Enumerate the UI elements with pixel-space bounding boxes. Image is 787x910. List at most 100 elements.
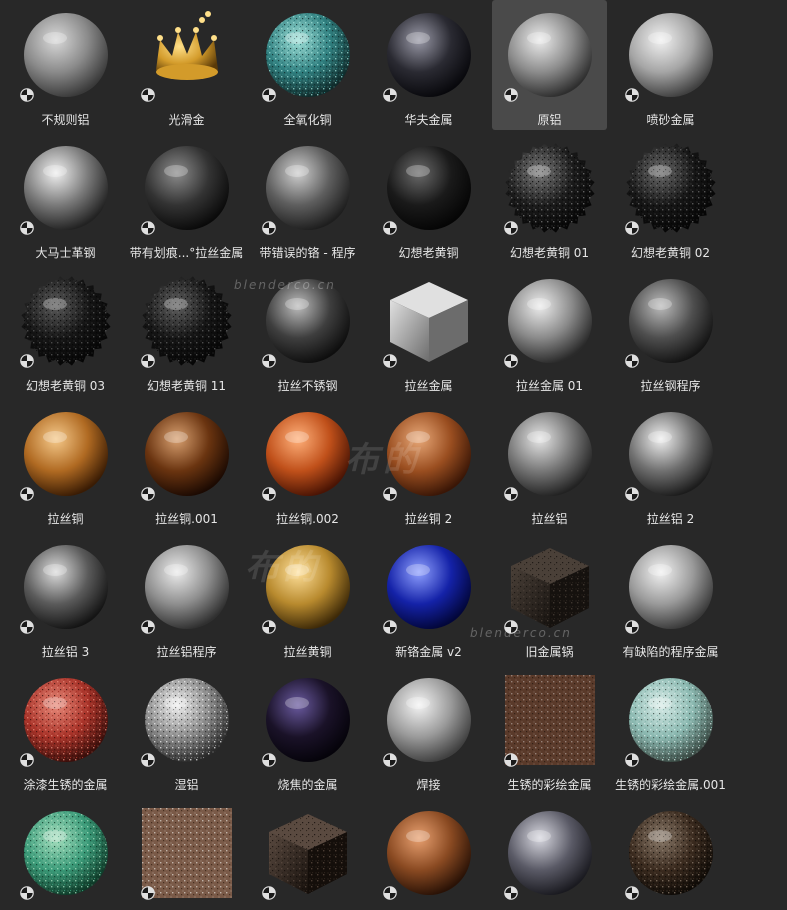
material-thumbnail — [384, 808, 474, 898]
material-tile[interactable]: 幻想老黄铜 02 — [613, 133, 728, 263]
material-tile[interactable]: 烧焦的金属 — [250, 665, 365, 795]
material-tile[interactable]: 拉丝黄铜 — [250, 532, 365, 662]
material-tile[interactable]: 光滑金 — [129, 0, 244, 130]
material-tile[interactable]: 拉丝铜 — [8, 399, 123, 529]
material-icon — [262, 753, 276, 767]
material-tile[interactable] — [613, 798, 728, 910]
material-tile[interactable]: 幻想老黄铜 01 — [492, 133, 607, 263]
material-tile[interactable]: 喷砂金属 — [613, 0, 728, 130]
material-thumbnail — [141, 276, 232, 366]
material-icon — [141, 88, 155, 102]
material-label: 旧金属锅 — [525, 645, 574, 659]
material-thumbnail — [263, 143, 353, 233]
material-icon — [141, 221, 155, 235]
material-tile[interactable] — [129, 798, 244, 910]
material-label: 全氧化铜 — [283, 113, 332, 127]
material-tile[interactable]: 拉丝金属 — [371, 266, 486, 396]
material-tile[interactable]: 华夫金属 — [371, 0, 486, 130]
material-icon — [262, 221, 276, 235]
material-thumbnail — [142, 10, 232, 100]
material-icon — [262, 354, 276, 368]
material-tile[interactable]: 拉丝铝程序 — [129, 532, 244, 662]
material-tile[interactable]: 湿铝 — [129, 665, 244, 795]
material-thumbnail — [263, 542, 353, 632]
material-label: 幻想老黄铜 11 — [146, 379, 227, 393]
material-tile[interactable]: 旧金属锅 — [492, 532, 607, 662]
material-label: 喷砂金属 — [646, 113, 695, 127]
material-thumbnail — [505, 10, 595, 100]
material-icon — [383, 753, 397, 767]
material-icon — [383, 886, 397, 900]
material-thumbnail — [142, 675, 232, 765]
material-icon — [504, 753, 518, 767]
material-icon — [383, 487, 397, 501]
material-thumbnail — [626, 276, 716, 366]
material-tile[interactable]: 大马士革钢 — [8, 133, 123, 263]
material-label: 生锈的彩绘金属 — [507, 778, 592, 792]
material-label: 幻想老黄铜 02 — [630, 246, 711, 260]
material-thumbnail — [142, 542, 232, 632]
material-tile[interactable] — [492, 798, 607, 910]
material-label: 拉丝铝 2 — [646, 512, 695, 526]
material-tile[interactable]: 拉丝铝 3 — [8, 532, 123, 662]
material-tile[interactable]: 带有划痕...°拉丝金属 — [129, 133, 244, 263]
material-tile[interactable] — [8, 798, 123, 910]
material-label: 拉丝黄铜 — [283, 645, 332, 659]
material-thumbnail — [626, 808, 716, 898]
material-tile[interactable]: 拉丝钢程序 — [613, 266, 728, 396]
material-thumbnail — [142, 143, 232, 233]
material-tile[interactable]: 不规则铝 — [8, 0, 123, 130]
material-icon — [504, 221, 518, 235]
material-tile[interactable]: 原铝 — [492, 0, 607, 130]
material-label: 拉丝不锈钢 — [277, 379, 338, 393]
material-tile[interactable] — [250, 798, 365, 910]
material-thumbnail — [626, 542, 716, 632]
material-tile[interactable]: 拉丝铜.002 — [250, 399, 365, 529]
material-label: 拉丝金属 01 — [515, 379, 584, 393]
material-tile[interactable]: 带错误的铬 - 程序 — [250, 133, 365, 263]
material-icon — [625, 886, 639, 900]
material-thumbnail — [384, 675, 474, 765]
material-tile[interactable]: 生锈的彩绘金属.001 — [613, 665, 728, 795]
material-label: 光滑金 — [168, 113, 205, 127]
material-tile[interactable]: 拉丝铜 2 — [371, 399, 486, 529]
material-thumbnail — [626, 409, 716, 499]
material-icon — [383, 88, 397, 102]
material-thumbnail — [384, 542, 474, 632]
material-thumbnail — [142, 409, 232, 499]
material-tile[interactable]: 新铬金属 v2 — [371, 532, 486, 662]
material-tile[interactable] — [371, 798, 486, 910]
material-tile[interactable]: 拉丝不锈钢 — [250, 266, 365, 396]
material-label: 不规则铝 — [41, 113, 90, 127]
material-tile[interactable]: 幻想老黄铜 11 — [129, 266, 244, 396]
material-label: 带有划痕...°拉丝金属 — [129, 246, 244, 260]
material-tile[interactable]: 拉丝金属 01 — [492, 266, 607, 396]
material-icon — [504, 354, 518, 368]
material-tile[interactable]: 幻想老黄铜 03 — [8, 266, 123, 396]
material-icon — [262, 886, 276, 900]
material-thumbnail — [625, 143, 716, 233]
material-tile[interactable]: 有缺陷的程序金属 — [613, 532, 728, 662]
material-label: 湿铝 — [174, 778, 199, 792]
material-tile[interactable]: 拉丝铜.001 — [129, 399, 244, 529]
material-icon — [504, 487, 518, 501]
material-tile[interactable]: 幻想老黄铜 — [371, 133, 486, 263]
material-icon — [262, 88, 276, 102]
material-label: 烧焦的金属 — [277, 778, 338, 792]
material-tile[interactable]: 生锈的彩绘金属 — [492, 665, 607, 795]
material-tile[interactable]: 拉丝铝 — [492, 399, 607, 529]
material-tile[interactable]: 焊接 — [371, 665, 486, 795]
material-thumbnail — [384, 409, 474, 499]
material-tile[interactable]: 拉丝铝 2 — [613, 399, 728, 529]
material-thumbnail — [21, 10, 111, 100]
material-icon — [625, 487, 639, 501]
material-label: 拉丝金属 — [404, 379, 453, 393]
material-thumbnail — [21, 143, 111, 233]
material-icon — [20, 88, 34, 102]
material-icon — [20, 221, 34, 235]
material-label: 华夫金属 — [404, 113, 453, 127]
material-label: 幻想老黄铜 01 — [509, 246, 590, 260]
material-tile[interactable]: 全氧化铜 — [250, 0, 365, 130]
material-tile[interactable]: 涂漆生锈的金属 — [8, 665, 123, 795]
material-icon — [20, 487, 34, 501]
